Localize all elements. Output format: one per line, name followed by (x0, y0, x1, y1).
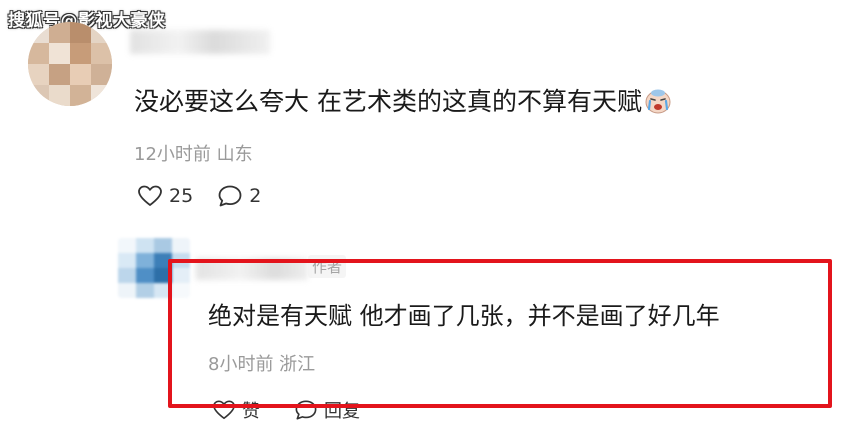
like-label: 赞 (242, 401, 260, 422)
comment-text: 没必要这么夸大 在艺术类的这真的不算有天赋 (134, 82, 672, 118)
like-button[interactable]: 赞 (212, 397, 260, 423)
like-button[interactable]: 25 (137, 184, 193, 208)
comment-actions: 赞 回复 (212, 397, 360, 423)
comment-bubble-icon (295, 400, 317, 420)
author-badge: 作者 (308, 255, 347, 278)
comment-body: 没必要这么夸大 在艺术类的这真的不算有天赋 (134, 87, 642, 116)
like-count: 25 (169, 185, 194, 207)
comment-actions: 25 2 (137, 184, 261, 208)
heart-icon (138, 185, 162, 206)
crying-face-icon (644, 88, 672, 114)
avatar[interactable] (28, 22, 112, 106)
reply-button[interactable]: 2 (217, 184, 261, 208)
comment-meta: 8小时前 浙江 (208, 354, 316, 375)
reply-count: 2 (249, 185, 262, 207)
username-blurred[interactable] (130, 30, 270, 54)
username-blurred[interactable] (196, 258, 308, 280)
heart-icon (213, 400, 235, 420)
highlight-box (168, 259, 832, 408)
reply-label: 回复 (324, 401, 360, 422)
avatar[interactable] (118, 238, 190, 298)
comment-bubble-icon (218, 185, 242, 207)
comment-text: 绝对是有天赋 他才画了几张，并不是画了好几年 (208, 302, 720, 330)
reply-button[interactable]: 回复 (294, 397, 360, 423)
comment-meta: 12小时前 山东 (134, 144, 253, 165)
